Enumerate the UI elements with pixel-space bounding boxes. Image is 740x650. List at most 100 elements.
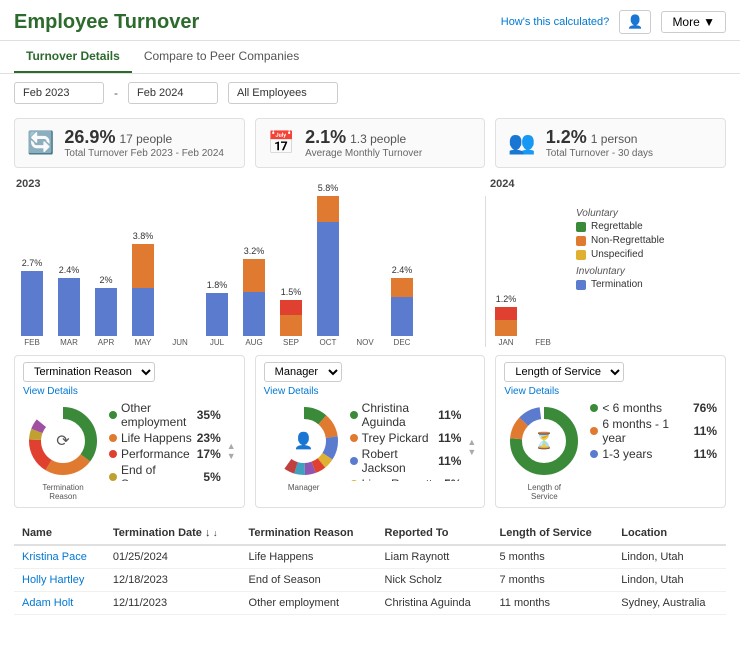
mgr-scroll-arrow: ▲▼ <box>467 401 476 492</box>
from-date-input[interactable] <box>14 82 104 104</box>
termination-color <box>576 280 586 290</box>
col-location: Location <box>613 522 726 545</box>
bar-group-oct: 5.8% OCT <box>310 182 346 347</box>
bar-pct-jan: 1.2% <box>496 293 517 305</box>
bar-month-dec: DEC <box>394 338 411 347</box>
tr-legend-list: Other employment35% Life Happens23% Perf… <box>109 401 221 481</box>
people-icon: 👥 <box>508 130 535 156</box>
bar-segment <box>495 307 517 320</box>
svc-view-details-link[interactable]: View Details <box>504 386 717 397</box>
tr-dot-2 <box>109 450 117 458</box>
filter-bar: - <box>0 74 740 112</box>
service-select[interactable]: Length of Service <box>504 362 624 382</box>
tr-pct-0: 35% <box>197 408 221 422</box>
mgr-pct-3: 5% <box>444 477 461 481</box>
kpi-monthly-pct: 2.1%1.3 people <box>305 127 422 148</box>
row0-service: 5 months <box>491 545 613 569</box>
kpi-row: 🔄 26.9%17 people Total Turnover Feb 2023… <box>0 112 740 174</box>
mgr-view-details-link[interactable]: View Details <box>264 386 477 397</box>
mgr-dot-0 <box>350 411 358 419</box>
kpi-total-pct: 26.9%17 people <box>64 127 224 148</box>
manager-select[interactable]: Manager <box>264 362 342 382</box>
tab-turnover-details[interactable]: Turnover Details <box>14 41 132 73</box>
mgr-item-0: Christina Aguinda11% <box>350 401 462 429</box>
kpi-monthly-turnover: 📅 2.1%1.3 people Average Monthly Turnove… <box>255 118 486 168</box>
person-icon-button[interactable]: 👤 <box>619 10 651 34</box>
tr-label-1: Life Happens <box>121 431 192 445</box>
how-calculated-link[interactable]: How's this calculated? <box>501 16 610 28</box>
col-termination-date[interactable]: Termination Date ↓ <box>105 522 241 545</box>
tab-peer-companies[interactable]: Compare to Peer Companies <box>132 41 311 73</box>
bar-pct-jul: 1.8% <box>207 279 228 291</box>
kpi-total-turnover: 🔄 26.9%17 people Total Turnover Feb 2023… <box>14 118 245 168</box>
bar-month-apr: APR <box>98 338 114 347</box>
bar-group-jul: 1.8% JUL <box>199 279 235 347</box>
row2-date: 12/11/2023 <box>105 592 241 615</box>
bar-segment <box>495 320 517 336</box>
row2-reason: Other employment <box>241 592 377 615</box>
non-regrettable-color <box>576 236 586 246</box>
table-head: Name Termination Date ↓ Termination Reas… <box>14 522 726 545</box>
bar-stack-feb <box>21 271 43 336</box>
mgr-pct-1: 11% <box>438 431 461 445</box>
year-2024-label: 2024 <box>488 178 566 190</box>
svc-label-1: 6 months - 1 year <box>602 417 689 445</box>
table-row: Adam Holt 12/11/2023 Other employment Ch… <box>14 592 726 615</box>
bar-month-jan: JAN <box>498 338 513 347</box>
tr-center-label: TerminationReason <box>42 483 83 501</box>
row1-date: 12/18/2023 <box>105 569 241 592</box>
svc-center-icon: ⏳ <box>534 431 554 451</box>
bar-group-dec: 2.4%DEC <box>384 264 420 347</box>
tr-item-1: Life Happens23% <box>109 431 221 445</box>
donut-tr-content: ⟳ TerminationReason Other employment35% … <box>23 401 236 501</box>
donut-manager: Manager View Details 👤 <box>255 355 486 508</box>
bar-pct-oct: 5.8% <box>318 182 339 194</box>
row1-name[interactable]: Holly Hartley <box>14 569 105 592</box>
kpi-30day-text: 1.2%1 person Total Turnover - 30 days <box>546 127 653 159</box>
row2-reported-to: Christina Aguinda <box>377 592 492 615</box>
bar-month-oct: OCT <box>320 338 337 347</box>
row0-name[interactable]: Kristina Pace <box>14 545 105 569</box>
svc-pct-0: 76% <box>693 401 717 415</box>
bar-segment <box>280 315 302 336</box>
bar-group-jan: 1.2% JAN <box>488 293 524 347</box>
bar-segment <box>21 271 43 336</box>
bar-month-feb: FEB <box>535 338 551 347</box>
employee-filter-input[interactable] <box>228 82 338 104</box>
donut-mgr-content: 👤 Manager Christina Aguinda11% Trey Pick… <box>264 401 477 492</box>
row2-name[interactable]: Adam Holt <box>14 592 105 615</box>
page-header: Employee Turnover How's this calculated?… <box>0 0 740 41</box>
unspecified-color <box>576 250 586 260</box>
bar-pct-may: 3.8% <box>133 230 154 242</box>
col-reported-to: Reported To <box>377 522 492 545</box>
more-button[interactable]: More ▼ <box>661 11 726 33</box>
bar-stack-oct <box>317 196 339 336</box>
bar-month-jul: JUL <box>210 338 224 347</box>
row1-reported-to: Nick Scholz <box>377 569 492 592</box>
tr-center-icon: ⟳ <box>56 431 69 451</box>
table-row: Holly Hartley 12/18/2023 End of Season N… <box>14 569 726 592</box>
termination-reason-select[interactable]: Termination Reason <box>23 362 155 382</box>
svc-label-0: < 6 months <box>602 401 662 415</box>
donut-svc-header: Length of Service <box>504 362 717 382</box>
kpi-monthly-label: Average Monthly Turnover <box>305 148 422 159</box>
kpi-30day-pct: 1.2%1 person <box>546 127 653 148</box>
bar-pct-sep: 1.5% <box>281 286 302 298</box>
row0-date: 01/25/2024 <box>105 545 241 569</box>
bar-month-nov: NOV <box>356 338 373 347</box>
chart-2024: 2024 1.2% JAN FEB <box>488 178 566 347</box>
chart-area: 2023 2.7%FEB2.4%MAR2%APR3.8%MAYJUN1.8%JU… <box>14 178 566 347</box>
bar-stack-aug <box>243 259 265 336</box>
tr-view-details-link[interactable]: View Details <box>23 386 236 397</box>
unspecified-label: Unspecified <box>591 249 643 260</box>
donut-mgr-svg: 👤 <box>264 401 344 481</box>
donut-tr-header: Termination Reason <box>23 362 236 382</box>
kpi-total-text: 26.9%17 people Total Turnover Feb 2023 -… <box>64 127 224 159</box>
chart-year-divider <box>485 196 486 347</box>
col-reason: Termination Reason <box>241 522 377 545</box>
chart-legend: Voluntary Regrettable Non-Regrettable Un… <box>566 178 726 347</box>
row1-reason: End of Season <box>241 569 377 592</box>
bar-group-feb: 2.7%FEB <box>14 257 50 347</box>
to-date-input[interactable] <box>128 82 218 104</box>
bar-segment <box>95 288 117 336</box>
